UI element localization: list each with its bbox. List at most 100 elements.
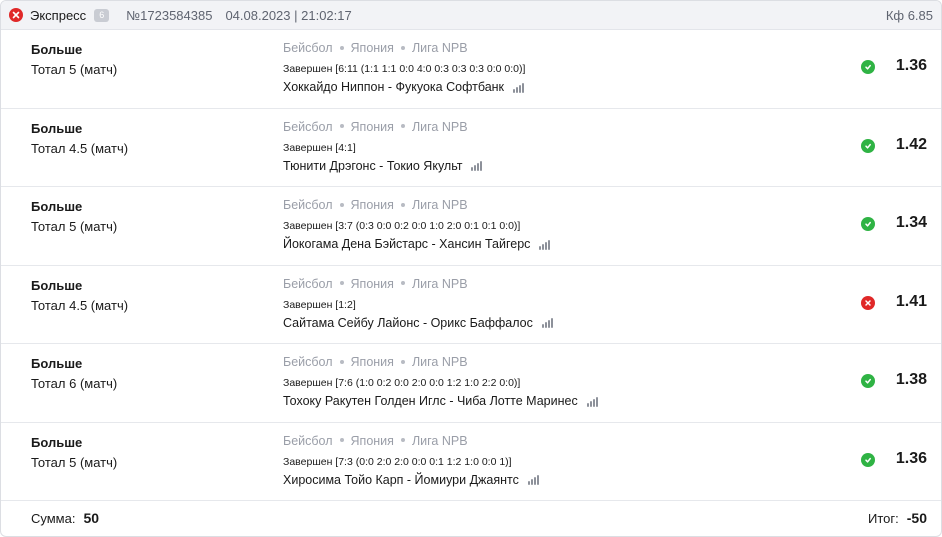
bet-number: №1723584385 xyxy=(126,7,213,23)
country-label: Япония xyxy=(350,41,394,55)
separator-dot xyxy=(400,124,405,129)
event-odds: 1.38 xyxy=(895,371,927,388)
event-odds: 1.36 xyxy=(895,57,927,74)
league-label: Лига NPB xyxy=(411,433,468,448)
bet-event-row: Больше Тотал 5 (матч) Бейсбол Япония Лига … xyxy=(1,30,941,109)
match-score: Завершен [7:6 (1:0 0:2 0:0 2:0 0:0 1:2 1… xyxy=(283,377,521,389)
event-odds: 1.41 xyxy=(895,292,927,310)
separator-dot xyxy=(400,281,405,286)
total-block: Итог: -50 xyxy=(868,510,927,526)
event-meta: Бейсбол Япония Лига NPB xyxy=(283,198,468,212)
bet-event-row: Больше Тотал 5 (матч) Бейсбол Япония Лига … xyxy=(1,187,941,266)
event-odds: 1.36 xyxy=(895,449,927,467)
bet-event-row: Больше Тотал 4.5 (матч) Бейсбол Япония Лиг… xyxy=(1,109,941,187)
statistics-icon[interactable] xyxy=(541,317,553,328)
league-label: Лига NPB xyxy=(411,198,468,212)
outcome-type: Больше xyxy=(31,277,83,293)
total-coefficient: Кф 6.85 xyxy=(885,7,933,23)
bet-event-row: Больше Тотал 6 (матч) Бейсбол Япония Лига … xyxy=(1,344,941,423)
match-name: Тюнити Дрэгонс - Токио Якульт xyxy=(283,158,483,173)
match-teams: Тохоку Ракутен Голден Иглс - Чиба Лотте … xyxy=(283,394,578,408)
total-label: Итог: xyxy=(868,510,899,526)
separator-dot xyxy=(339,202,344,207)
separator-dot xyxy=(339,281,344,286)
statistics-icon[interactable] xyxy=(527,474,539,485)
bet-events-list: Больше Тотал 5 (матч) Бейсбол Япония Лига … xyxy=(1,30,941,501)
loss-status-icon xyxy=(9,8,23,22)
league-label: Лига NPB xyxy=(411,119,468,134)
sport-label: Бейсбол xyxy=(283,119,333,134)
separator-dot xyxy=(400,438,405,443)
match-name: Сайтама Сейбу Лайонс - Орикс Баффалос xyxy=(283,316,553,330)
country-label: Япония xyxy=(350,355,394,369)
separator-dot xyxy=(339,438,344,443)
total-value: -50 xyxy=(906,510,927,526)
win-check-icon xyxy=(861,452,875,467)
outcome-type: Больше xyxy=(31,42,83,57)
bet-datetime: 04.08.2023 | 21:02:17 xyxy=(225,7,352,23)
win-check-icon xyxy=(861,217,875,231)
event-meta: Бейсбол Япония Лига NPB xyxy=(283,277,468,291)
sport-label: Бейсбол xyxy=(283,198,333,212)
match-score: Завершен [4:1] xyxy=(283,141,356,154)
match-teams: Йокогама Дена Бэйстарс - Хансин Тайгерс xyxy=(283,237,531,251)
win-check-icon xyxy=(861,374,875,388)
win-check-icon xyxy=(861,138,875,153)
match-name: Йокогама Дена Бэйстарс - Хансин Тайгерс xyxy=(283,237,551,251)
bet-event-row: Больше Тотал 5 (матч) Бейсбол Япония Лига … xyxy=(1,423,941,501)
outcome-market: Тотал 5 (матч) xyxy=(31,219,118,234)
statistics-icon[interactable] xyxy=(513,82,525,93)
statistics-icon[interactable] xyxy=(586,396,598,407)
separator-dot xyxy=(400,359,405,364)
separator-dot xyxy=(339,124,344,129)
event-odds: 1.34 xyxy=(895,214,927,231)
match-teams: Хиросима Тойо Карп - Йомиури Джаянтс xyxy=(283,472,519,487)
match-score: Завершен [6:11 (1:1 1:1 0:0 4:0 0:3 0:3 … xyxy=(283,63,526,75)
outcome-type: Больше xyxy=(31,120,83,136)
statistics-icon[interactable] xyxy=(471,160,483,171)
outcome-type: Больше xyxy=(31,356,83,371)
match-teams: Сайтама Сейбу Лайонс - Орикс Баффалос xyxy=(283,315,533,330)
match-teams: Хоккайдо Ниппон - Фукуока Софтбанк xyxy=(283,80,505,94)
match-score: Завершен [3:7 (0:3 0:0 0:2 0:0 1:0 2:0 0… xyxy=(283,220,521,232)
match-name: Хиросима Тойо Карп - Йомиури Джаянтс xyxy=(283,473,539,487)
league-label: Лига NPB xyxy=(411,276,468,291)
event-meta: Бейсбол Япония Лига NPB xyxy=(283,120,468,134)
match-score: Завершен [1:2] xyxy=(283,298,356,311)
league-label: Лига NPB xyxy=(411,41,468,55)
loss-cross-icon xyxy=(861,295,875,310)
sport-label: Бейсбол xyxy=(283,276,333,291)
outcome-market: Тотал 5 (матч) xyxy=(31,62,118,77)
statistics-icon[interactable] xyxy=(539,239,551,250)
bet-footer: Сумма: 50 Итог: -50 xyxy=(1,500,941,536)
event-meta: Бейсбол Япония Лига NPB xyxy=(283,434,468,448)
outcome-market: Тотал 6 (матч) xyxy=(31,376,118,391)
win-check-icon xyxy=(861,60,875,74)
bet-header: Экспресс 6 №1723584385 04.08.2023 | 21:0… xyxy=(1,1,941,30)
bet-type-title: Экспресс xyxy=(30,7,87,23)
separator-dot xyxy=(400,202,405,207)
separator-dot xyxy=(400,45,405,50)
bet-event-row: Больше Тотал 4.5 (матч) Бейсбол Япония Лиг… xyxy=(1,266,941,344)
event-meta: Бейсбол Япония Лига NPB xyxy=(283,41,468,55)
sport-label: Бейсбол xyxy=(283,433,333,448)
outcome-market: Тотал 4.5 (матч) xyxy=(31,297,129,313)
league-label: Лига NPB xyxy=(411,355,468,369)
country-label: Япония xyxy=(350,119,394,134)
match-teams: Тюнити Дрэгонс - Токио Якульт xyxy=(283,158,463,173)
outcome-market: Тотал 5 (матч) xyxy=(31,454,118,470)
events-count-badge: 6 xyxy=(94,8,110,22)
sport-label: Бейсбол xyxy=(283,355,333,369)
express-bet-card: Экспресс 6 №1723584385 04.08.2023 | 21:0… xyxy=(0,0,942,537)
country-label: Япония xyxy=(350,198,394,212)
outcome-market: Тотал 4.5 (матч) xyxy=(31,140,129,156)
match-score: Завершен [7:3 (0:0 2:0 2:0 0:0 0:1 1:2 1… xyxy=(283,455,512,468)
match-name: Тохоку Ракутен Голден Иглс - Чиба Лотте … xyxy=(283,394,598,408)
match-name: Хоккайдо Ниппон - Фукуока Софтбанк xyxy=(283,80,525,94)
separator-dot xyxy=(339,359,344,364)
sum-label: Сумма: xyxy=(31,510,76,526)
country-label: Япония xyxy=(350,433,394,448)
separator-dot xyxy=(339,45,344,50)
event-meta: Бейсбол Япония Лига NPB xyxy=(283,355,468,369)
outcome-type: Больше xyxy=(31,199,83,214)
